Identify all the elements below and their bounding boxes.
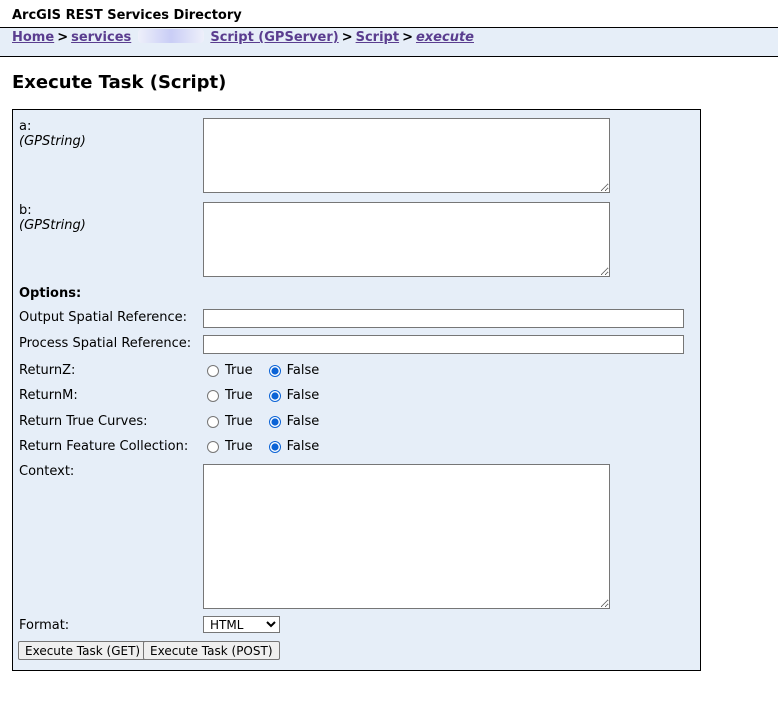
return-z-true-option[interactable]: True — [205, 363, 253, 378]
output-sr-input[interactable] — [203, 309, 684, 328]
return-m-true-radio[interactable] — [207, 389, 219, 402]
return-m-true-option[interactable]: True — [205, 388, 253, 403]
return-m-true-label: True — [225, 388, 253, 403]
process-sr-label: Process Spatial Reference: — [19, 336, 192, 351]
format-label: Format: — [19, 618, 70, 633]
execute-form-panel: a: (GPString) b: (GPString) Options: Out… — [12, 109, 701, 671]
return-true-curves-false-radio[interactable] — [268, 415, 281, 428]
breadcrumb-bar: Home > services Script (GPServer) > Script > e… — [0, 27, 778, 57]
return-true-curves-true-radio[interactable] — [207, 415, 219, 428]
param-b-textarea[interactable] — [203, 202, 610, 277]
format-select[interactable]: HTML — [203, 616, 280, 633]
return-feature-collection-label: Return Feature Collection: — [19, 439, 189, 454]
param-a-label: a: — [19, 119, 32, 134]
breadcrumb-separator: > — [402, 30, 413, 45]
breadcrumb-separator: > — [57, 30, 69, 45]
param-a-type: (GPString) — [19, 134, 86, 149]
return-feature-collection-false-label: False — [286, 439, 320, 454]
breadcrumb-current-link[interactable]: execute — [416, 30, 474, 45]
param-b-label-block: b: (GPString) — [19, 203, 86, 233]
return-true-curves-false-option[interactable]: False — [267, 414, 320, 429]
redacted-folder-name — [137, 29, 204, 43]
return-feature-collection-true-label: True — [225, 439, 253, 454]
breadcrumb-services-link[interactable]: services — [71, 30, 131, 45]
return-z-false-label: False — [286, 363, 320, 378]
param-a-textarea[interactable] — [203, 118, 610, 193]
param-b-label: b: — [19, 203, 32, 218]
return-m-false-radio[interactable] — [268, 389, 281, 402]
return-true-curves-true-label: True — [225, 414, 253, 429]
breadcrumb-task-link[interactable]: Script — [356, 30, 399, 45]
param-b-type: (GPString) — [19, 218, 86, 233]
return-m-label: ReturnM: — [19, 388, 78, 403]
return-true-curves-label: Return True Curves: — [19, 414, 148, 429]
page-title: Execute Task (Script) — [12, 72, 227, 93]
execute-post-button[interactable]: Execute Task (POST) — [143, 641, 280, 660]
process-sr-input[interactable] — [203, 335, 684, 354]
breadcrumb-service-link[interactable]: Script (GPServer) — [210, 30, 338, 45]
return-feature-collection-false-option[interactable]: False — [267, 439, 320, 454]
return-m-false-option[interactable]: False — [267, 388, 320, 403]
context-textarea[interactable] — [203, 464, 610, 609]
context-label: Context: — [19, 464, 75, 479]
return-feature-collection-true-radio[interactable] — [207, 440, 219, 453]
execute-get-button[interactable]: Execute Task (GET) — [18, 641, 148, 660]
return-z-radio-group: True False — [205, 363, 333, 378]
return-z-true-radio[interactable] — [207, 364, 219, 377]
return-z-false-option[interactable]: False — [267, 363, 320, 378]
directory-header: ArcGIS REST Services Directory — [12, 8, 242, 23]
return-feature-collection-false-radio[interactable] — [268, 440, 281, 453]
return-m-false-label: False — [286, 388, 320, 403]
breadcrumb-home-link[interactable]: Home — [12, 30, 54, 45]
return-m-radio-group: True False — [205, 388, 333, 403]
return-true-curves-false-label: False — [286, 414, 320, 429]
breadcrumb: Home > services Script (GPServer) > Script > e… — [12, 29, 474, 45]
return-feature-collection-radio-group: True False — [205, 439, 333, 454]
options-heading: Options: — [19, 286, 82, 301]
return-feature-collection-true-option[interactable]: True — [205, 439, 253, 454]
return-true-curves-true-option[interactable]: True — [205, 414, 253, 429]
return-z-false-radio[interactable] — [268, 364, 281, 377]
param-a-label-block: a: (GPString) — [19, 119, 86, 149]
breadcrumb-separator: > — [341, 30, 353, 45]
return-z-label: ReturnZ: — [19, 363, 76, 378]
output-sr-label: Output Spatial Reference: — [19, 310, 188, 325]
return-z-true-label: True — [225, 363, 253, 378]
return-true-curves-radio-group: True False — [205, 414, 333, 429]
page: ArcGIS REST Services Directory Home > serv… — [0, 0, 778, 702]
